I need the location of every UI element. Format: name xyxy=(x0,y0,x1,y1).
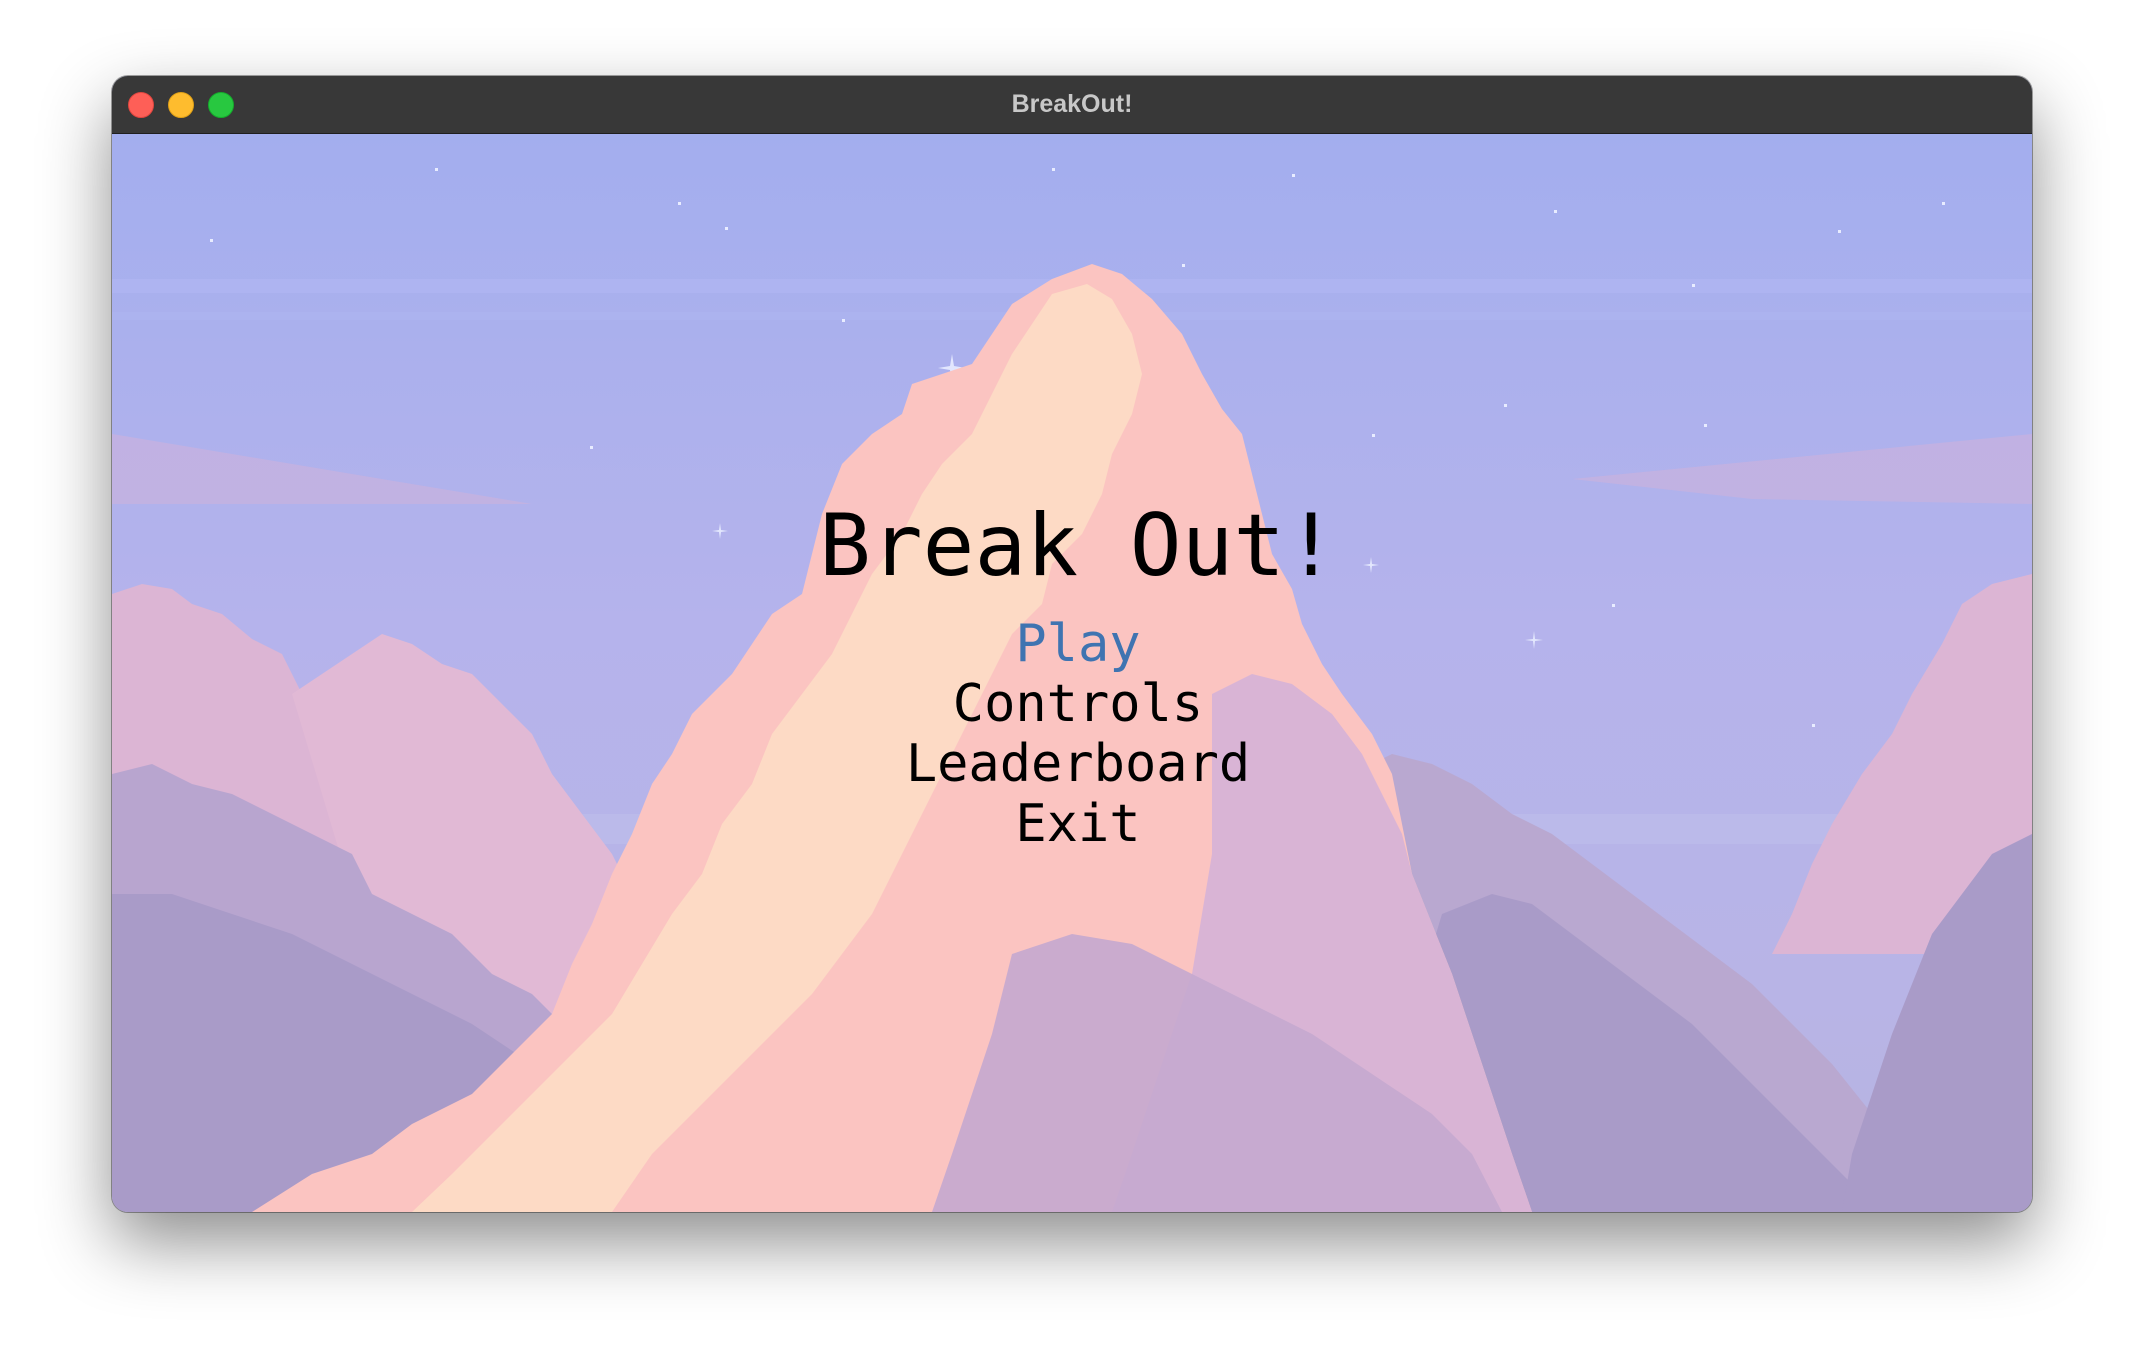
app-window: BreakOut! Break Out! Play Controls Leade… xyxy=(112,76,2032,1212)
menu-item-exit[interactable]: Exit xyxy=(118,794,2032,854)
game-title: Break Out! xyxy=(819,496,1337,596)
window-title: BreakOut! xyxy=(1011,90,1133,118)
menu-item-leaderboard[interactable]: Leaderboard xyxy=(118,734,2032,794)
game-viewport[interactable]: Break Out! Play Controls Leaderboard Exi… xyxy=(112,134,2032,1212)
title-bar: BreakOut! xyxy=(112,76,2032,134)
menu-item-play[interactable]: Play xyxy=(118,614,2032,674)
main-menu: Break Out! Play Controls Leaderboard Exi… xyxy=(112,134,2032,1212)
menu-item-controls[interactable]: Controls xyxy=(118,674,2032,734)
